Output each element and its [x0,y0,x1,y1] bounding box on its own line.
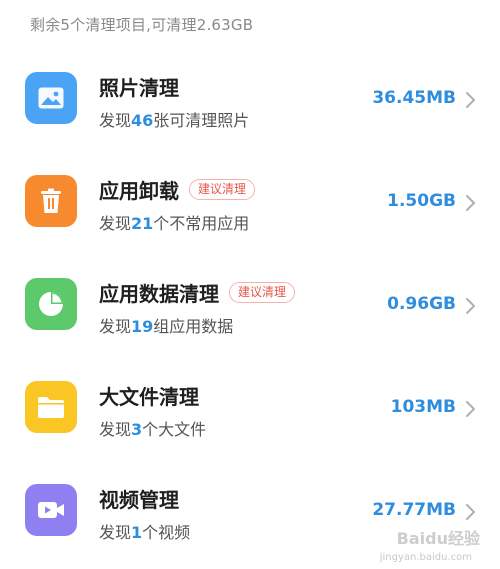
desc-count: 1 [131,523,143,542]
item-description: 发现46张可清理照片 [99,107,249,131]
item-description: 发现19组应用数据 [99,313,233,337]
video-icon [25,484,77,536]
item-title-row: 应用卸载 建议清理 [99,175,256,203]
watermark: Baidu经验 [396,529,480,548]
watermark-url: jingyan.baidu.com [379,552,472,563]
cleanup-item-photos[interactable]: 照片清理 发现46张可清理照片 36.45MB [0,50,500,153]
item-title: 应用卸载 [99,178,179,203]
desc-prefix: 发现 [99,523,132,542]
item-title: 应用数据清理 [99,281,219,306]
desc-suffix: 组应用数据 [153,317,234,336]
item-title: 视频管理 [99,487,179,512]
cleanup-item-app-data[interactable]: 应用数据清理 建议清理 发现19组应用数据 0.96GB [0,256,500,359]
cleanup-summary: 剩余5个清理项目,可清理2.63GB [30,16,254,34]
cleanup-item-large-files[interactable]: 大文件清理 发现3个大文件 103MB [0,359,500,462]
desc-suffix: 张可清理照片 [153,111,250,130]
chevron-right-icon [466,195,475,211]
item-title-row: 视频管理 [99,484,179,512]
desc-prefix: 发现 [99,317,132,336]
recommend-badge: 建议清理 [189,178,256,200]
item-size: 1.50GB [387,191,456,211]
trash-icon [25,175,77,227]
cleanup-item-videos[interactable]: 视频管理 发现1个视频 27.77MB [0,462,500,565]
cleanup-item-app-uninstall[interactable]: 应用卸载 建议清理 发现21个不常用应用 1.50GB [0,153,500,256]
desc-count: 3 [131,420,143,439]
item-description: 发现3个大文件 [99,416,206,440]
item-title-row: 照片清理 [99,72,179,100]
item-title-row: 应用数据清理 建议清理 [99,278,296,306]
folder-icon [25,381,77,433]
item-description: 发现21个不常用应用 [99,210,249,234]
desc-count: 46 [131,111,154,130]
pie-chart-icon [25,278,77,330]
item-title: 大文件清理 [99,384,199,409]
desc-suffix: 个视频 [142,523,191,542]
desc-prefix: 发现 [99,214,132,233]
item-size: 0.96GB [387,294,456,314]
item-title-row: 大文件清理 [99,381,199,409]
recommend-badge: 建议清理 [229,281,296,303]
item-size: 36.45MB [372,88,456,108]
desc-prefix: 发现 [99,420,132,439]
desc-suffix: 个不常用应用 [153,214,250,233]
chevron-right-icon [466,401,475,417]
item-description: 发现1个视频 [99,519,190,543]
item-size: 27.77MB [372,500,456,520]
desc-count: 19 [131,317,154,336]
image-icon [25,72,77,124]
desc-count: 21 [131,214,154,233]
item-size: 103MB [390,397,456,417]
desc-suffix: 个大文件 [142,420,207,439]
item-title: 照片清理 [99,75,179,100]
chevron-right-icon [466,92,475,108]
chevron-right-icon [466,504,475,520]
chevron-right-icon [466,298,475,314]
cleanup-list: 照片清理 发现46张可清理照片 36.45MB 应用卸载 建议清理 发现21个不… [0,50,500,565]
desc-prefix: 发现 [99,111,132,130]
